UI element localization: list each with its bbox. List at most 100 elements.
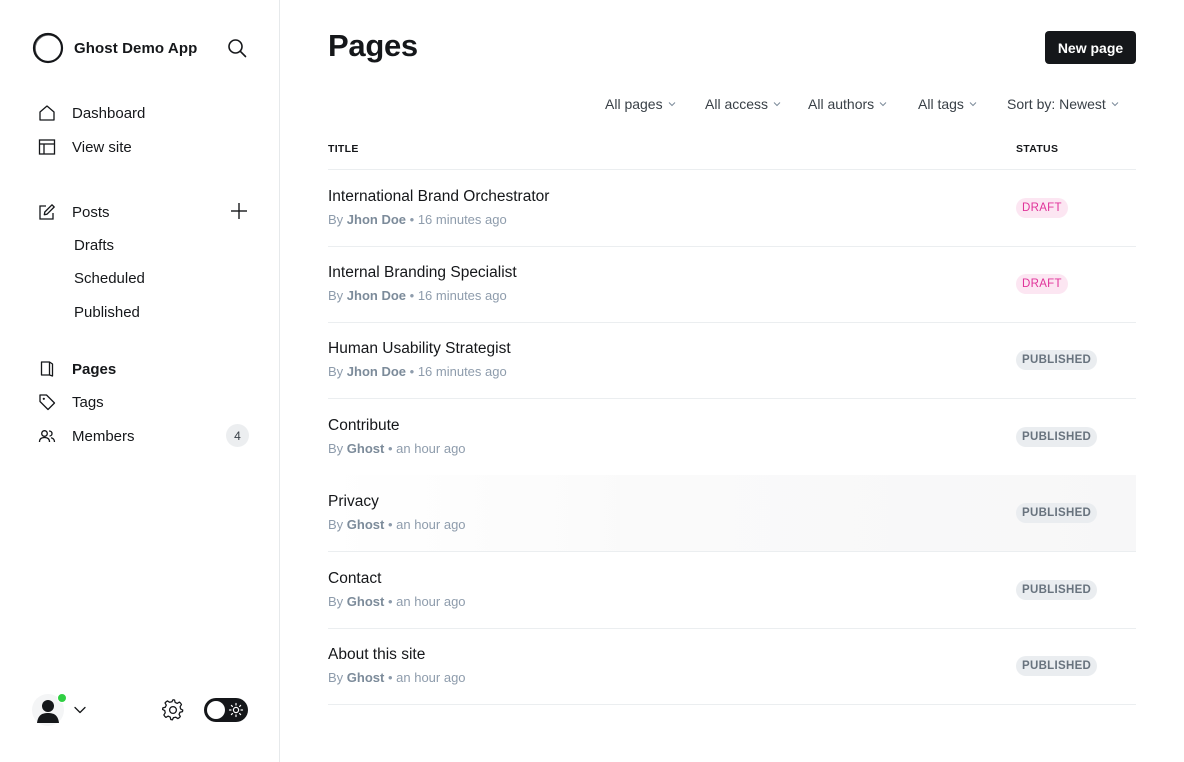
- plus-icon: [231, 203, 247, 219]
- author-name: Jhon Doe: [346, 212, 407, 227]
- author-name: Jhon Doe: [346, 364, 407, 379]
- chevron-down-icon: [773, 102, 781, 107]
- column-header-title: TITLE: [328, 143, 359, 155]
- page-meta: By Ghost • an hour ago: [328, 517, 466, 532]
- status-badge: DRAFT: [1016, 198, 1068, 218]
- nav-item-dashboard[interactable]: Dashboard: [32, 99, 252, 127]
- by-label: By: [328, 288, 344, 303]
- by-label: By: [328, 594, 344, 609]
- add-post-button[interactable]: [228, 200, 250, 222]
- chevron-down-icon: [1111, 102, 1119, 107]
- home-icon: [36, 102, 58, 124]
- settings-gear-icon[interactable]: [161, 698, 185, 722]
- page-meta: By Ghost • an hour ago: [328, 594, 466, 609]
- status-badge: PUBLISHED: [1016, 503, 1098, 523]
- page-meta: By Jhon Doe • 16 minutes ago: [328, 212, 507, 227]
- chevron-down-icon[interactable]: [73, 703, 87, 717]
- filter-label: All authors: [808, 96, 875, 112]
- by-label: By: [328, 517, 344, 532]
- page-title: Pages: [328, 28, 418, 63]
- sort-label: Sort by: Newest: [1007, 96, 1106, 112]
- by-label: By: [328, 212, 344, 227]
- status-badge: PUBLISHED: [1016, 580, 1098, 600]
- page-title-cell: About this site: [328, 646, 426, 663]
- nav-label-pages: Pages: [72, 360, 117, 378]
- page-title-cell: Privacy: [328, 493, 379, 510]
- sidebar-subitem-scheduled[interactable]: Scheduled: [74, 267, 145, 291]
- page-title-cell: International Brand Orchestrator: [328, 188, 550, 205]
- members-count-badge: 4: [226, 424, 249, 447]
- page-title-cell: Contact: [328, 570, 382, 587]
- page-title-cell: Internal Branding Specialist: [328, 264, 517, 281]
- table-row[interactable]: Contribute By Ghost • an hour ago PUBLIS…: [328, 399, 1136, 476]
- status-badge: PUBLISHED: [1016, 427, 1098, 447]
- nav-label-view-site: View site: [72, 138, 132, 156]
- nav-item-members[interactable]: Members: [32, 422, 252, 450]
- chevron-down-icon: [879, 102, 887, 107]
- timestamp: • 16 minutes ago: [409, 212, 507, 227]
- layout-icon: [36, 136, 58, 158]
- new-page-button[interactable]: New page: [1045, 31, 1136, 64]
- nav-label-posts: Posts: [72, 203, 110, 221]
- filter-all-authors[interactable]: All authors: [808, 96, 887, 112]
- table-row[interactable]: International Brand Orchestrator By Jhon…: [328, 170, 1136, 247]
- table-row[interactable]: About this site By Ghost • an hour ago P…: [328, 628, 1136, 705]
- status-badge: PUBLISHED: [1016, 350, 1098, 370]
- filter-label: All pages: [605, 96, 663, 112]
- sidebar-subitem-published[interactable]: Published: [74, 301, 140, 325]
- status-badge: DRAFT: [1016, 274, 1068, 294]
- search-button[interactable]: [225, 36, 249, 60]
- page-meta: By Ghost • an hour ago: [328, 441, 466, 456]
- page-meta: By Jhon Doe • 16 minutes ago: [328, 364, 507, 379]
- nav-item-view-site[interactable]: View site: [32, 133, 252, 161]
- table-row[interactable]: Contact By Ghost • an hour ago PUBLISHED: [328, 552, 1136, 629]
- filter-all-access[interactable]: All access: [705, 96, 781, 112]
- chevron-down-icon: [668, 102, 675, 107]
- nav-label-tags: Tags: [72, 393, 104, 411]
- nav-label-dashboard: Dashboard: [72, 104, 146, 122]
- timestamp: • 16 minutes ago: [409, 288, 507, 303]
- filter-label: All access: [705, 96, 769, 112]
- page-icon: [36, 358, 58, 380]
- filter-all-pages[interactable]: All pages: [605, 96, 676, 112]
- brand[interactable]: Ghost Demo App: [32, 32, 197, 64]
- online-status-dot: [57, 693, 67, 703]
- by-label: By: [328, 441, 344, 456]
- author-name: Ghost: [346, 670, 385, 685]
- sidebar: Ghost Demo App Dashboard View site Posts…: [0, 0, 280, 762]
- nav-item-posts[interactable]: Posts: [32, 198, 252, 226]
- sort-dropdown[interactable]: Sort by: Newest: [1007, 96, 1119, 112]
- sun-icon: [228, 702, 244, 718]
- tag-icon: [36, 391, 58, 413]
- author-name: Ghost: [346, 594, 385, 609]
- page-title-cell: Human Usability Strategist: [328, 340, 511, 357]
- nav-item-tags[interactable]: Tags: [32, 388, 252, 416]
- filter-all-tags[interactable]: All tags: [918, 96, 977, 112]
- timestamp: • an hour ago: [387, 594, 466, 609]
- nav-label-members: Members: [72, 427, 135, 445]
- by-label: By: [328, 364, 344, 379]
- toggle-knob: [207, 701, 225, 719]
- timestamp: • 16 minutes ago: [409, 364, 507, 379]
- ghost-logo-icon: [32, 32, 64, 64]
- page-meta: By Jhon Doe • 16 minutes ago: [328, 288, 507, 303]
- by-label: By: [328, 670, 344, 685]
- timestamp: • an hour ago: [387, 517, 466, 532]
- column-header-status: STATUS: [1016, 143, 1059, 155]
- table-row[interactable]: Internal Branding Specialist By Jhon Doe…: [328, 246, 1136, 323]
- table-row[interactable]: Human Usability Strategist By Jhon Doe •…: [328, 322, 1136, 399]
- timestamp: • an hour ago: [387, 441, 466, 456]
- search-icon: [228, 39, 247, 58]
- edit-icon: [36, 201, 58, 223]
- author-name: Jhon Doe: [346, 288, 407, 303]
- author-name: Ghost: [346, 441, 385, 456]
- timestamp: • an hour ago: [387, 670, 466, 685]
- theme-toggle[interactable]: [204, 698, 248, 722]
- author-name: Ghost: [346, 517, 385, 532]
- app-title: Ghost Demo App: [74, 39, 198, 57]
- table-row[interactable]: Privacy By Ghost • an hour ago PUBLISHED: [328, 475, 1136, 552]
- sidebar-subitem-drafts[interactable]: Drafts: [74, 234, 114, 258]
- status-badge: PUBLISHED: [1016, 656, 1098, 676]
- nav-item-pages[interactable]: Pages: [32, 355, 252, 383]
- filter-label: All tags: [918, 96, 964, 112]
